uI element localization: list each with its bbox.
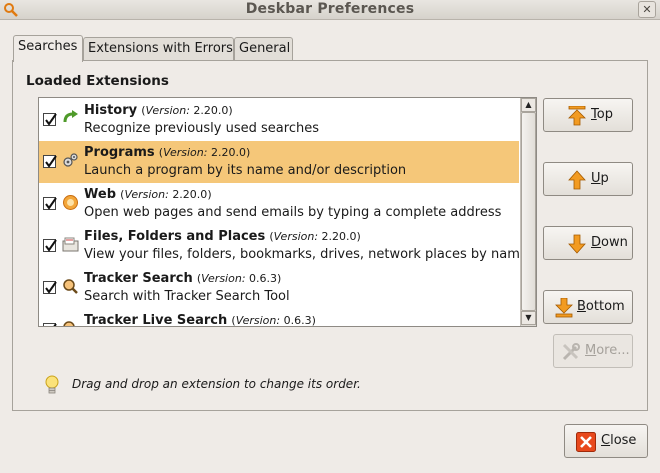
move-bottom-button[interactable]: Bottom xyxy=(543,290,633,324)
arrow-up-icon xyxy=(568,170,586,190)
version-label: Version: xyxy=(273,230,319,243)
version-value: 2.20.0 xyxy=(193,104,229,117)
button-mnemonic: M xyxy=(585,343,597,358)
list-item[interactable]: Tracker Live Search (Version: 0.6.3) xyxy=(39,309,519,327)
programs-gears-icon xyxy=(63,153,78,167)
move-up-button[interactable]: Up xyxy=(543,162,633,196)
tab-label: General xyxy=(239,41,291,56)
extension-description: Search with Tracker Search Tool xyxy=(84,289,290,304)
version-label: Version: xyxy=(163,146,208,159)
version-value: 2.20.0 xyxy=(321,230,357,243)
extension-description: View your files, folders, bookmarks, dri… xyxy=(84,247,528,262)
extension-name: Files, Folders and Places xyxy=(84,229,266,244)
list-item[interactable]: Web (Version: 2.20.0) Open web pages and… xyxy=(39,183,519,225)
tab-label: Extensions with Errors xyxy=(88,41,233,56)
tab-extensions-with-errors[interactable]: Extensions with Errors xyxy=(83,37,234,61)
extension-name: History xyxy=(84,103,138,118)
extension-name: Tracker Live Search xyxy=(84,313,228,327)
history-arrow-icon xyxy=(63,110,78,123)
extension-name: Programs xyxy=(84,145,155,160)
arrow-top-icon xyxy=(568,106,586,126)
extension-description: Recognize previously used searches xyxy=(84,121,319,136)
scroll-up-icon[interactable]: ▲ xyxy=(521,98,536,112)
version-value: 2.20.0 xyxy=(210,146,246,159)
version-label: Version: xyxy=(201,272,246,285)
version-label: Version: xyxy=(145,104,190,117)
enable-checkbox[interactable] xyxy=(43,113,57,126)
extension-description: Launch a program by its name and/or desc… xyxy=(84,163,407,178)
move-top-button[interactable]: Top xyxy=(543,98,633,132)
version-value: 0.6.3 xyxy=(283,314,312,327)
enable-checkbox[interactable] xyxy=(43,197,57,210)
button-label: ottom xyxy=(585,299,625,314)
enable-checkbox[interactable] xyxy=(43,323,57,326)
button-mnemonic: U xyxy=(591,171,601,186)
button-label: p xyxy=(600,171,609,186)
window-close-icon[interactable]: ✕ xyxy=(638,1,656,18)
button-mnemonic: D xyxy=(591,235,602,250)
close-button[interactable]: Close xyxy=(564,424,648,458)
move-down-button[interactable]: Down xyxy=(543,226,633,260)
button-mnemonic: C xyxy=(601,433,611,448)
list-item[interactable]: Tracker Search (Version: 0.6.3) Search w… xyxy=(39,267,519,309)
window-title: Deskbar Preferences xyxy=(245,1,415,17)
tab-general[interactable]: General xyxy=(234,37,293,61)
vertical-scrollbar[interactable]: ▲ ▼ xyxy=(520,98,536,326)
extension-description: Open web pages and send emails by typing… xyxy=(84,205,502,220)
tracker-live-search-icon xyxy=(63,321,75,326)
enable-checkbox[interactable] xyxy=(43,239,57,252)
version-value: 2.20.0 xyxy=(172,188,208,201)
button-label: op xyxy=(596,107,613,122)
version-value: 0.6.3 xyxy=(249,272,278,285)
hint-text: Drag and drop an extension to change its… xyxy=(72,377,361,391)
tools-icon xyxy=(562,343,580,361)
web-browser-icon xyxy=(63,195,78,210)
scrollbar-thumb[interactable] xyxy=(521,112,536,311)
enable-checkbox[interactable] xyxy=(43,281,57,294)
more-button[interactable]: More... xyxy=(553,334,633,368)
list-item[interactable]: Programs (Version: 2.20.0) Launch a prog… xyxy=(39,141,519,183)
arrow-bottom-icon xyxy=(555,298,573,318)
version-label: Version: xyxy=(235,314,281,327)
extension-list[interactable]: History (Version: 2.20.0) Recognize prev… xyxy=(38,97,537,327)
version-label: Version: xyxy=(124,188,169,201)
list-item[interactable]: History (Version: 2.20.0) Recognize prev… xyxy=(39,99,519,141)
lightbulb-icon xyxy=(45,375,59,394)
tab-searches[interactable]: Searches xyxy=(13,35,83,62)
tracker-search-icon xyxy=(63,279,78,294)
enable-checkbox[interactable] xyxy=(43,155,57,168)
section-title: Loaded Extensions xyxy=(26,73,169,89)
title-bar[interactable]: Deskbar Preferences ✕ xyxy=(0,0,660,20)
file-folder-icon xyxy=(62,237,79,252)
button-label: lose xyxy=(610,433,637,448)
extension-name: Tracker Search xyxy=(84,271,193,286)
close-icon xyxy=(576,432,596,452)
scroll-down-icon[interactable]: ▼ xyxy=(521,311,536,325)
arrow-down-icon xyxy=(568,234,586,254)
tab-label: Searches xyxy=(18,39,78,54)
button-label: ore... xyxy=(596,343,630,358)
extension-name: Web xyxy=(84,187,116,202)
button-label: own xyxy=(601,235,628,250)
button-mnemonic: B xyxy=(577,299,586,314)
list-item[interactable]: Files, Folders and Places (Version: 2.20… xyxy=(39,225,528,267)
